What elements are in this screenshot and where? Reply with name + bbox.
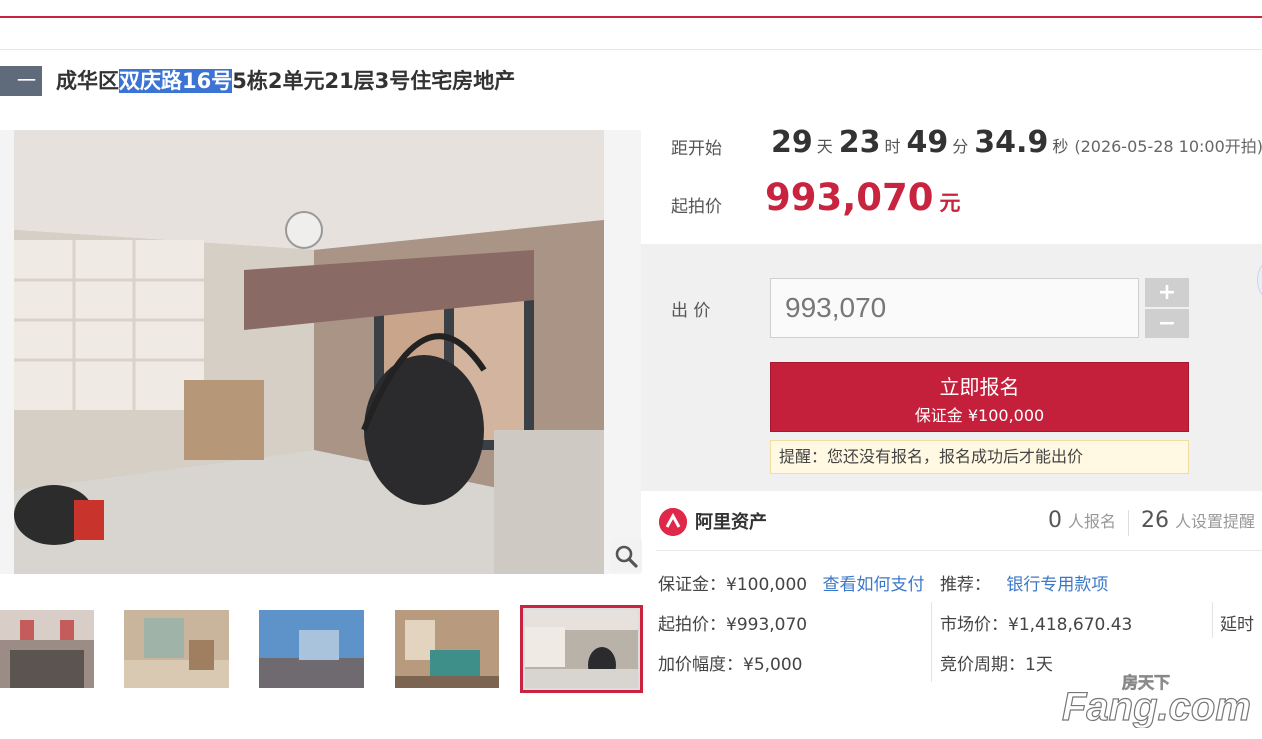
decrease-bid-button[interactable]: − [1145,309,1189,338]
bid-amount-input[interactable]: 993,070 [770,278,1139,338]
header-divider [0,49,1262,50]
bid-box: 出 价 993,070 + − 立即报名 保证金 ¥100,000 提醒：您还没… [641,244,1262,491]
hours-unit: 时 [884,137,901,156]
listing-title: 成华区双庆路16号5栋2单元21层3号住宅房地产 [56,64,515,98]
column-divider-2 [1212,602,1213,638]
ali-assets-logo-icon [659,508,687,536]
start-time-note: (2026-05-28 10:00开拍) [1074,137,1262,156]
title-selected-text: 双庆路16号 [119,69,233,93]
info-divider [656,550,1262,551]
stats-divider [1128,509,1130,536]
platform-name: 阿里资产 [695,512,767,533]
currency-unit: 元 [939,191,961,215]
thumbnail-4[interactable] [395,610,499,688]
countdown-hours: 23 [838,125,881,160]
participation-stats: 0 人报名 26 人设置提醒 [1048,508,1255,536]
minutes-unit: 分 [952,137,969,156]
column-divider-1 [931,602,932,682]
countdown-minutes: 49 [906,125,949,160]
auction-info-panel: 距开始 29 天 23 时 49 分 34.9 秒 (2026-05-28 10:00开拍) 起… [641,120,1262,739]
how-to-pay-link[interactable]: 查看如何支付 [823,575,925,595]
recommend-label: 推荐： [939,575,991,595]
countdown-days: 29 [771,125,813,160]
signup-button[interactable]: 立即报名 保证金 ¥100,000 [770,362,1189,432]
signup-deposit-label: 保证金 ¥100,000 [914,406,1045,425]
main-photo[interactable] [14,130,604,574]
countdown-seconds: 34.9 [974,125,1049,160]
reminder-count-label: 人设置提醒 [1175,512,1256,531]
signup-reminder: 提醒：您还没有报名，报名成功后才能出价 [770,440,1189,474]
start-price-value: 993,070 元 [765,176,961,219]
delay-detail: 延时 [1220,615,1254,635]
zoom-button[interactable] [610,540,642,572]
signup-count-label: 人报名 [1068,512,1117,531]
bid-label: 出 价 [671,301,711,321]
svg-text:Fang.com: Fang.com [1062,685,1251,728]
market-price-detail: 市场价：¥1,418,670.43 [940,615,1133,635]
fang-watermark-logo: 房天下 Fang.com [1061,668,1252,730]
start-price-label: 起拍价 [671,197,722,217]
bank-account-link[interactable]: 银行专用款项 [1006,575,1108,595]
auction-round-badge: 一拍 [0,66,42,122]
deposit-text: 保证金：¥100,000 [658,575,808,595]
top-accent-line [0,16,1262,18]
main-photo-area [0,130,641,574]
countdown-label: 距开始 [671,139,722,159]
increment-detail: 加价幅度：¥5,000 [658,655,803,675]
thumbnail-5-selected[interactable] [520,605,643,693]
thumbnail-1[interactable] [0,610,94,688]
thumbnail-2[interactable] [124,610,229,688]
increase-bid-button[interactable]: + [1145,278,1189,307]
thumbnail-3[interactable] [259,610,364,688]
bidding-cycle-detail: 竞价周期：1天 [940,655,1053,675]
days-unit: 天 [816,137,833,156]
title-address-rest: 5栋2单元21层3号住宅房地产 [232,69,516,93]
signup-count: 0 [1048,508,1062,533]
title-district: 成华区 [56,69,119,93]
reminder-count: 26 [1141,508,1170,533]
signup-button-label: 立即报名 [939,375,1020,399]
deposit-info: 保证金：¥100,000 查看如何支付 推荐： 银行专用款项 [658,570,1108,595]
start-price-detail: 起拍价：¥993,070 [658,615,808,635]
seconds-unit: 秒 [1052,137,1069,156]
start-price-amount: 993,070 [765,176,934,219]
magnifier-icon [615,545,638,568]
countdown-timer: 29 天 23 时 49 分 34.9 秒 (2026-05-28 10:00开拍) [771,125,1262,160]
